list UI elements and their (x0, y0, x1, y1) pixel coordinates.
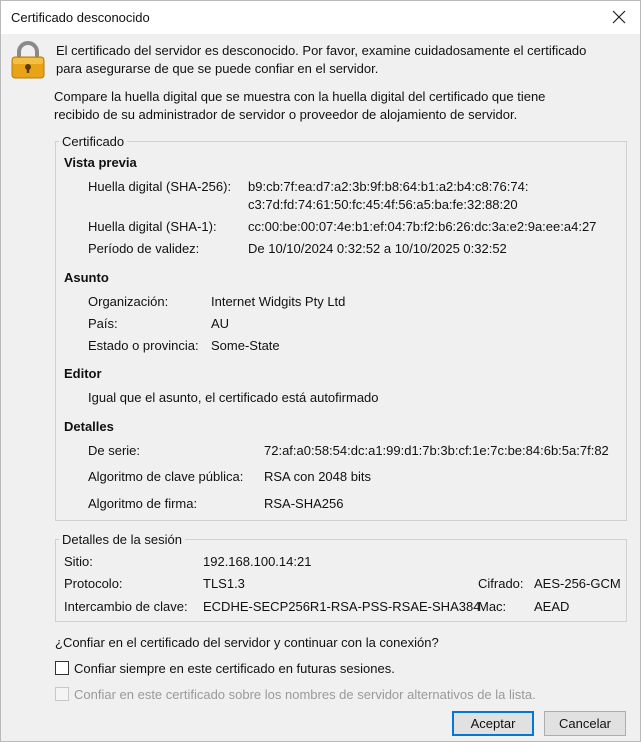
org-label: Organización: (88, 294, 169, 309)
intro-text-1: El certificado del servidor es desconoci… (56, 43, 587, 76)
issuer-heading: Editor (64, 366, 102, 381)
certificate-dialog: Certificado desconocido El certificado d… (0, 0, 641, 742)
sig-label: Algoritmo de firma: (88, 496, 198, 511)
subject-heading: Asunto (64, 270, 109, 285)
state-label: Estado o provincia: (88, 338, 199, 353)
mac-value: AEAD (534, 599, 570, 614)
country-label: País: (88, 316, 118, 331)
site-value: 192.168.100.14:21 (203, 554, 312, 569)
close-icon[interactable] (608, 6, 630, 28)
sha256-value-2: c3:7d:fd:74:61:50:fc:45:4f:56:a5:ba:fe:3… (248, 197, 518, 212)
always-trust-checkbox[interactable] (55, 661, 69, 675)
sha1-label: Huella digital (SHA-1): (88, 219, 217, 234)
session-legend: Detalles de la sesión (59, 532, 185, 547)
always-trust-label[interactable]: Confiar siempre en este certificado en f… (74, 661, 395, 676)
padlock-icon (11, 41, 45, 79)
country-value: AU (211, 316, 230, 331)
intro-text-2: Compare la huella digital que se muestra… (54, 89, 546, 122)
sha256-label: Huella digital (SHA-256): (88, 179, 232, 194)
sha1-value: cc:00:be:00:07:4e:b1:ef:04:7b:f2:b6:26:d… (248, 219, 597, 234)
title-bar: Certificado desconocido (1, 1, 640, 34)
protocol-label: Protocolo: (64, 576, 123, 591)
org-value: Internet Widgits Pty Ltd (211, 294, 346, 309)
serial-value: 72:af:a0:58:54:dc:a1:99:d1:7b:3b:cf:1e:7… (264, 443, 609, 458)
mac-label: Mac: (478, 599, 507, 614)
serial-label: De serie: (88, 443, 141, 458)
pubkey-label: Algoritmo de clave pública: (88, 469, 244, 484)
protocol-value: TLS1.3 (203, 576, 245, 591)
pubkey-value: RSA con 2048 bits (264, 469, 371, 484)
site-label: Sitio: (64, 554, 93, 569)
trust-question: ¿Confiar en el certificado del servidor … (55, 635, 439, 650)
validity-label: Período de validez: (88, 241, 200, 256)
preview-heading: Vista previa (64, 155, 137, 170)
window-title: Certificado desconocido (11, 10, 150, 25)
details-heading: Detalles (64, 419, 114, 434)
certificate-legend: Certificado (59, 134, 128, 149)
state-value: Some-State (211, 338, 280, 353)
sha256-value-1: b9:cb:7f:ea:d7:a2:3b:9f:b8:64:b1:a2:b4:c… (248, 179, 529, 194)
alt-names-checkbox (55, 687, 69, 701)
alt-names-label: Confiar en este certificado sobre los no… (74, 687, 536, 702)
accept-button[interactable]: Aceptar (452, 711, 534, 736)
kex-value: ECDHE-SECP256R1-RSA-PSS-RSAE-SHA384 (203, 599, 481, 614)
sig-value: RSA-SHA256 (264, 496, 344, 511)
cipher-value: AES-256-GCM (534, 576, 621, 591)
validity-value: De 10/10/2024 0:32:52 a 10/10/2025 0:32:… (248, 241, 507, 256)
kex-label: Intercambio de clave: (64, 599, 188, 614)
cipher-label: Cifrado: (478, 576, 524, 591)
cancel-button[interactable]: Cancelar (544, 711, 626, 736)
issuer-text: Igual que el asunto, el certificado está… (88, 390, 379, 405)
